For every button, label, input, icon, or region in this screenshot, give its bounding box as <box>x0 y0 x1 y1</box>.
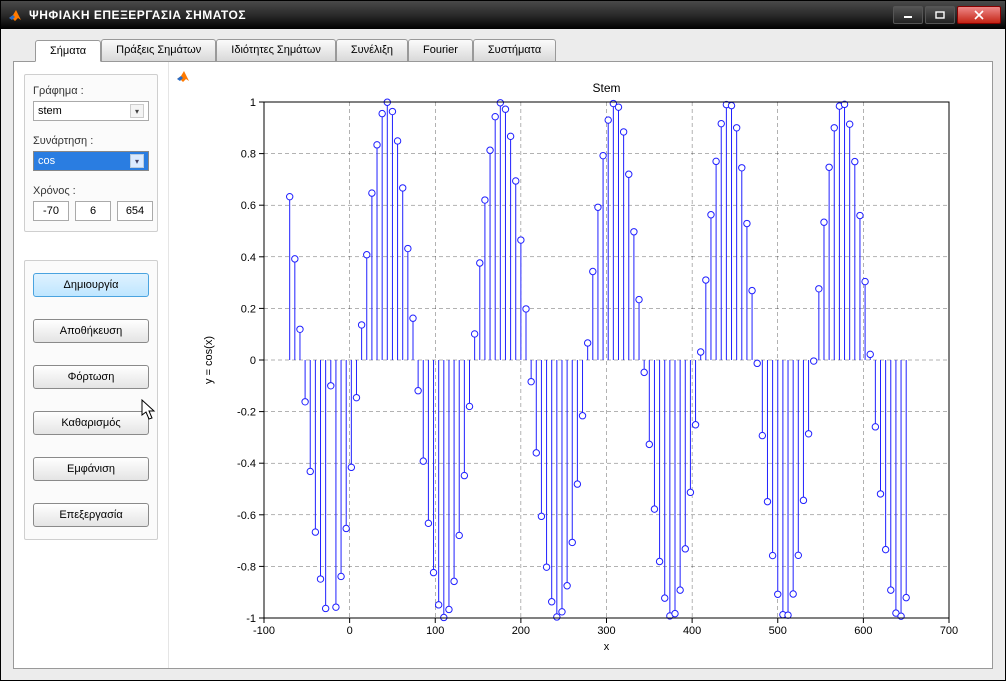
titlebar: ΨΗΦΙΑΚΗ ΕΠΕΞΕΡΓΑΣΙΑ ΣΗΜΑΤΟΣ <box>1 1 1005 29</box>
function-select[interactable]: cos ▾ <box>33 151 149 171</box>
svg-text:-0.8: -0.8 <box>237 561 256 573</box>
save-button[interactable]: Αποθήκευση <box>33 319 149 343</box>
window-title: ΨΗΦΙΑΚΗ ΕΠΕΞΕΡΓΑΣΙΑ ΣΗΜΑΤΟΣ <box>29 8 893 22</box>
svg-text:0.4: 0.4 <box>241 252 256 264</box>
svg-text:200: 200 <box>512 625 530 637</box>
svg-text:300: 300 <box>597 625 615 637</box>
time-start-input[interactable] <box>33 201 69 221</box>
svg-text:0: 0 <box>347 625 353 637</box>
maximize-button[interactable] <box>925 6 955 24</box>
svg-text:Stem: Stem <box>592 81 620 95</box>
controls-group: Γράφημα : stem ▾ Συνάρτηση : cos ▾ Χρόνο… <box>24 74 158 232</box>
clear-button[interactable]: Καθαρισμός <box>33 411 149 435</box>
matlab-icon <box>7 7 23 23</box>
svg-text:500: 500 <box>769 625 787 637</box>
svg-text:100: 100 <box>426 625 444 637</box>
client-area: ΣήματαΠράξεις ΣημάτωνΙδιότητες ΣημάτωνΣυ… <box>1 29 1005 680</box>
show-button[interactable]: Εμφάνιση <box>33 457 149 481</box>
tab-0[interactable]: Σήματα <box>35 40 101 62</box>
svg-text:-1: -1 <box>246 613 256 625</box>
tab-4[interactable]: Fourier <box>408 39 473 61</box>
load-button[interactable]: Φόρτωση <box>33 365 149 389</box>
edit-button[interactable]: Επεξεργασία <box>33 503 149 527</box>
svg-text:-0.4: -0.4 <box>237 458 256 470</box>
graph-select[interactable]: stem ▾ <box>33 101 149 121</box>
chevron-down-icon: ▾ <box>130 154 144 168</box>
time-label: Χρόνος : <box>33 185 149 197</box>
function-select-value: cos <box>38 155 55 167</box>
graph-label: Γράφημα : <box>33 85 149 97</box>
svg-text:0: 0 <box>250 355 256 367</box>
tab-2[interactable]: Ιδιότητες Σημάτων <box>216 39 336 61</box>
close-button[interactable] <box>957 6 1001 24</box>
svg-text:700: 700 <box>940 625 958 637</box>
tab-panel: Γράφημα : stem ▾ Συνάρτηση : cos ▾ Χρόνο… <box>13 61 993 669</box>
plot-area: -100 0 100 200 300 400 500 600 700 -1 -0.8 -0.6 -0.4… <box>168 62 992 668</box>
time-step-input[interactable] <box>75 201 111 221</box>
svg-text:0.8: 0.8 <box>241 149 256 161</box>
tab-bar: ΣήματαΠράξεις ΣημάτωνΙδιότητες ΣημάτωνΣυ… <box>13 39 993 61</box>
svg-text:y = cos(x): y = cos(x) <box>203 336 215 384</box>
svg-text:-0.6: -0.6 <box>237 510 256 522</box>
stem-chart: -100 0 100 200 300 400 500 600 700 -1 -0.8 -0.6 -0.4… <box>169 62 979 668</box>
create-button[interactable]: Δημιουργία <box>33 273 149 297</box>
function-label: Συνάρτηση : <box>33 135 149 147</box>
svg-text:600: 600 <box>854 625 872 637</box>
svg-text:x: x <box>604 641 610 653</box>
sidebar: Γράφημα : stem ▾ Συνάρτηση : cos ▾ Χρόνο… <box>14 62 168 668</box>
tab-3[interactable]: Συνέλιξη <box>336 39 408 61</box>
svg-text:1: 1 <box>250 97 256 109</box>
svg-text:400: 400 <box>683 625 701 637</box>
chevron-down-icon: ▾ <box>130 104 144 118</box>
tab-1[interactable]: Πράξεις Σημάτων <box>101 39 216 61</box>
time-end-input[interactable] <box>117 201 153 221</box>
svg-text:0.2: 0.2 <box>241 303 256 315</box>
minimize-button[interactable] <box>893 6 923 24</box>
svg-text:-0.2: -0.2 <box>237 407 256 419</box>
svg-text:0.6: 0.6 <box>241 200 256 212</box>
graph-select-value: stem <box>38 105 62 117</box>
app-window: ΨΗΦΙΑΚΗ ΕΠΕΞΕΡΓΑΣΙΑ ΣΗΜΑΤΟΣ ΣήματαΠράξει… <box>0 0 1006 681</box>
tab-5[interactable]: Συστήματα <box>473 39 556 61</box>
svg-text:-100: -100 <box>253 625 275 637</box>
button-column: Δημιουργία Αποθήκευση Φόρτωση Καθαρισμός… <box>24 260 158 540</box>
